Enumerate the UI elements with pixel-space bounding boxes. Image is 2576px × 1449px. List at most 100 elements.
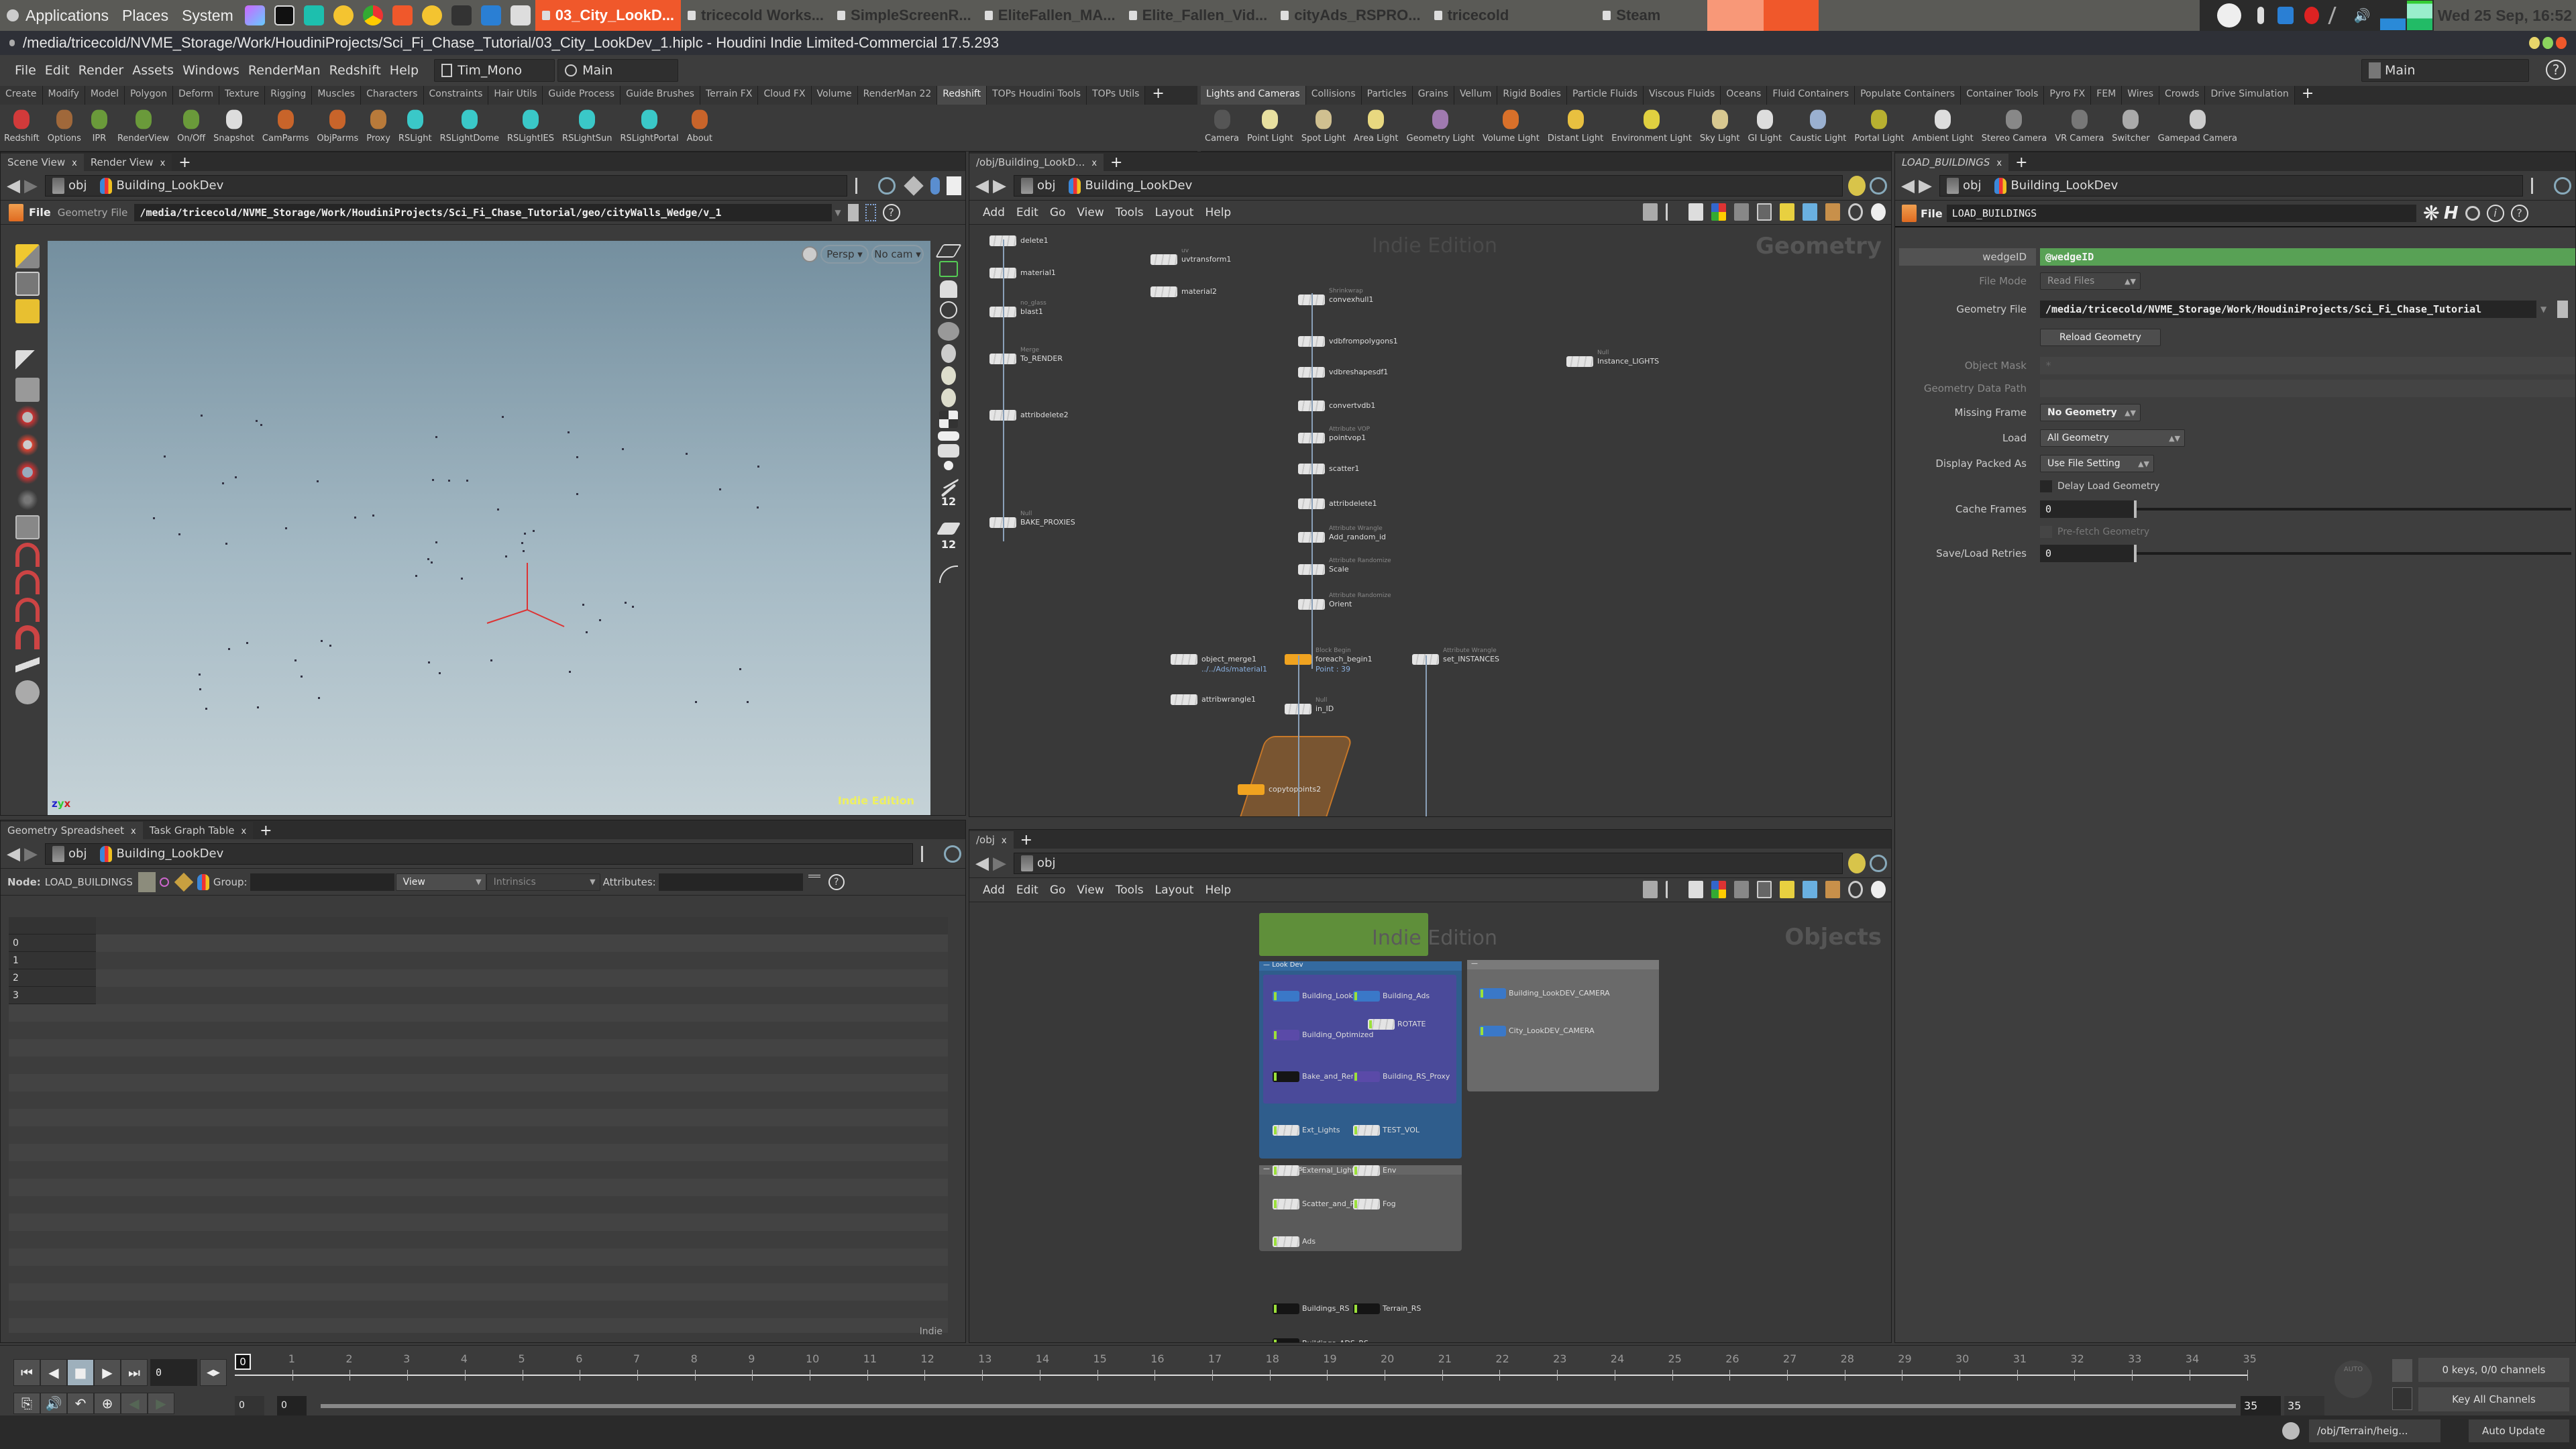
shape-palette-icon[interactable] (1734, 881, 1749, 898)
back-arrow-icon[interactable]: ◀ (5, 845, 22, 863)
shelf-tool-camera[interactable]: Camera (1205, 107, 1239, 144)
close-tab-icon[interactable]: x (72, 158, 77, 168)
shelf-tool-on-off[interactable]: On/Off (177, 107, 205, 144)
taskbar-item[interactable]: Steam (1596, 0, 1667, 31)
tab-parameters[interactable]: LOAD_BUILDINGS x (1895, 154, 2009, 171)
taskbar-item[interactable]: EliteFallen_MA... (978, 0, 1122, 31)
launcher-nuke2-icon[interactable] (421, 5, 442, 25)
shelf-tab-polygon[interactable]: Polygon (124, 86, 173, 105)
dropdown-icon[interactable]: ▼ (835, 208, 841, 217)
network-box-icon[interactable] (1757, 203, 1772, 221)
node-body[interactable] (1353, 1303, 1380, 1314)
node-body[interactable] (1479, 1026, 1506, 1036)
flipbook-icon[interactable] (15, 680, 40, 704)
table-row[interactable]: 1 (9, 952, 948, 969)
shelf-tab-volume[interactable]: Volume (811, 86, 858, 105)
group-field[interactable] (250, 873, 394, 891)
node-body[interactable] (1479, 988, 1506, 999)
current-frame-marker[interactable]: 0 (235, 1354, 251, 1370)
menu-layout[interactable]: Layout (1155, 883, 1194, 897)
range-end-field[interactable]: 35 (2241, 1396, 2281, 1416)
shelf-tab-tops-houdini-tools[interactable]: TOPs Houdini Tools (987, 86, 1087, 105)
menu-tools[interactable]: Tools (1116, 883, 1144, 897)
range-start2-field[interactable]: 0 (277, 1396, 307, 1416)
shelf-tool-point-light[interactable]: Point Light (1247, 107, 1293, 144)
dropdown-icon[interactable]: ▼ (2540, 305, 2546, 314)
node-body[interactable] (1273, 1030, 1299, 1040)
shelf-tool-rslight[interactable]: RSLight (398, 107, 432, 144)
shelf-tab-crowds[interactable]: Crowds (2159, 86, 2206, 105)
curve-display-icon[interactable] (939, 566, 958, 583)
menu-help[interactable]: Help (1205, 206, 1231, 219)
shelf-tool-switcher[interactable]: Switcher (2112, 107, 2150, 144)
shelf-tool-portal-light[interactable]: Portal Light (1854, 107, 1904, 144)
shelf-tab-modify[interactable]: Modify (42, 86, 85, 105)
network-box-icon[interactable] (1757, 881, 1772, 898)
shelf-tab-drive-simulation[interactable]: Drive Simulation (2205, 86, 2295, 105)
shelf-tool-sky-light[interactable]: Sky Light (1700, 107, 1739, 144)
hq-lighting-icon[interactable] (941, 366, 956, 385)
prev-key-button[interactable]: ◀ (121, 1393, 148, 1414)
lock-camera-icon[interactable] (940, 280, 957, 298)
shelf-tool-options[interactable]: Options (48, 107, 81, 144)
node-body[interactable] (1273, 1199, 1299, 1210)
path-node[interactable]: Building_LookDev (1085, 178, 1192, 193)
subnet-box-icon[interactable] (1825, 203, 1840, 221)
cache-frames-slider[interactable] (2137, 508, 2571, 511)
background-image-icon[interactable] (1803, 203, 1817, 221)
network-canvas[interactable]: Indie Edition Objects — Look Dev — — Bui… (969, 904, 1891, 1342)
select-objects-icon[interactable] (15, 244, 40, 268)
menu-help[interactable]: Help (1205, 883, 1231, 897)
help-icon[interactable]: ? (882, 203, 900, 221)
shelf-tool-volume-light[interactable]: Volume Light (1483, 107, 1540, 144)
range-end2-field[interactable]: 35 (2284, 1396, 2324, 1416)
forward-arrow-icon[interactable]: ▶ (991, 855, 1008, 872)
shelf-tool-camparms[interactable]: CamParms (262, 107, 309, 144)
shelf-tab-characters[interactable]: Characters (361, 86, 424, 105)
path-root[interactable]: obj (1037, 178, 1055, 193)
snap-point-icon[interactable] (15, 598, 40, 622)
color-palette-icon[interactable] (1711, 881, 1726, 898)
shelf-tab-renderman-22[interactable]: RenderMan 22 (857, 86, 938, 105)
display-flag-icon[interactable] (1274, 1167, 1277, 1175)
handle-tool-icon[interactable] (15, 515, 40, 539)
shelf-tab-fem[interactable]: FEM (2091, 86, 2123, 105)
display-flag-icon[interactable] (1481, 989, 1483, 998)
headlight-icon[interactable] (938, 322, 959, 341)
taskbar-item[interactable]: tricecold (1428, 0, 1516, 31)
shelf-tab-rigging[interactable]: Rigging (265, 86, 313, 105)
display-packed-as-menu[interactable]: Use File Setting ▲▼ (2040, 455, 2154, 472)
context-selector[interactable]: Main (557, 59, 679, 82)
shelf-tool-objparms[interactable]: ObjParms (317, 107, 358, 144)
table-row[interactable]: 2 (9, 969, 948, 987)
pose-tool-icon[interactable] (15, 488, 40, 512)
add-tab-icon[interactable]: + (1020, 833, 1032, 849)
taskbar-item[interactable]: tricecold Works... (681, 0, 830, 31)
stop-button[interactable]: ■ (67, 1359, 94, 1386)
link-icon[interactable] (1870, 176, 1887, 195)
select-cursor-icon[interactable] (847, 203, 859, 221)
shelf-tab-grains[interactable]: Grains (1412, 86, 1454, 105)
close-tab-icon[interactable]: x (241, 826, 246, 837)
launcher-calculator-icon[interactable] (510, 5, 531, 25)
stereo-glasses-icon[interactable] (938, 431, 959, 441)
path-node[interactable]: Building_LookDev (116, 178, 223, 193)
shelf-tab-terrain-fx[interactable]: Terrain FX (700, 86, 759, 105)
menu-layout[interactable]: Layout (1155, 206, 1194, 219)
shelf-tab-populate-containers[interactable]: Populate Containers (1855, 86, 1962, 105)
path-root[interactable]: obj (1963, 178, 1981, 193)
path-root[interactable]: obj (68, 178, 87, 193)
tab-render-view[interactable]: Render View x (83, 154, 172, 171)
find-icon[interactable] (1848, 881, 1863, 898)
display-flag-icon[interactable] (1354, 1073, 1357, 1081)
shelf-tab-model[interactable]: Model (85, 86, 125, 105)
geometry-file-field[interactable]: /media/tricecold/NVME_Storage/Work/Houdi… (2040, 301, 2536, 318)
maximize-button[interactable] (2542, 37, 2553, 49)
forward-arrow-icon[interactable]: ▶ (1917, 177, 1934, 195)
node-body[interactable] (1273, 1071, 1299, 1082)
shelf-tool-rslightsun[interactable]: RSLightSun (562, 107, 612, 144)
find-icon[interactable] (1848, 203, 1863, 221)
retries-slider[interactable] (2137, 552, 2571, 555)
shading-mode-icon[interactable] (939, 411, 958, 428)
update-mode-menu[interactable]: Auto Update (2469, 1419, 2569, 1442)
